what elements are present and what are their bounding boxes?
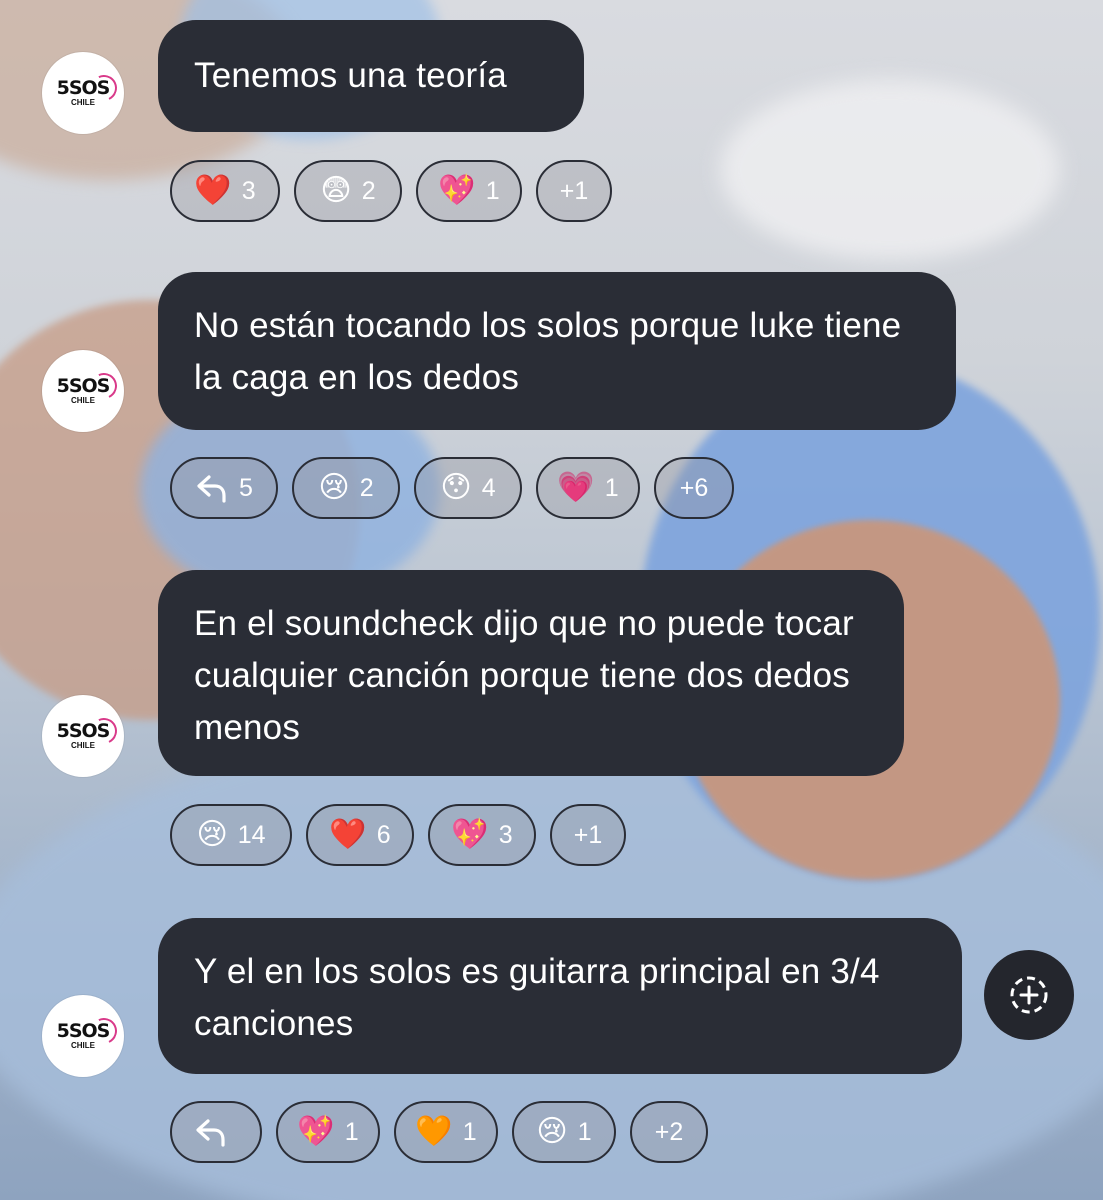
sender-avatar[interactable]: 5SOS CHILE — [42, 695, 124, 777]
more-reactions-label: +2 — [654, 1117, 684, 1146]
heart-emoji-icon: ❤️ — [194, 174, 232, 207]
avatar-logo: 5SOS — [56, 1020, 111, 1042]
crying-emoji-icon: 😢 — [318, 471, 350, 504]
message-bubble[interactable]: Tenemos una teoría — [158, 20, 584, 132]
sparkling-heart-emoji-icon: 💖 — [438, 174, 476, 207]
message-text: En el soundcheck dijo que no puede tocar… — [194, 604, 854, 747]
reaction-bar: 😢 14 ❤️ 6 💖 3 +1 — [170, 804, 626, 866]
avatar-sub: CHILE — [71, 741, 95, 750]
reaction-count: 3 — [241, 176, 256, 205]
message-text: Y el en los solos es guitarra principal … — [194, 952, 880, 1043]
reaction-count: 1 — [577, 1117, 592, 1146]
reaction-count: 3 — [498, 820, 513, 849]
sparkling-heart-emoji-icon: 💖 — [451, 818, 489, 851]
reaction-orange-heart[interactable]: 🧡 1 — [394, 1101, 498, 1163]
reaction-heart[interactable]: ❤️ 3 — [170, 160, 280, 222]
heart-emoji-icon: ❤️ — [329, 818, 367, 851]
growing-heart-emoji-icon: 💗 — [557, 471, 595, 504]
avatar-logo: 5SOS — [56, 77, 111, 99]
reaction-bar: 💖 1 🧡 1 😢 1 +2 — [170, 1101, 708, 1163]
crying-emoji-icon: 😢 — [196, 818, 228, 851]
message-bubble[interactable]: Y el en los solos es guitarra principal … — [158, 918, 962, 1074]
reaction-count: 6 — [376, 820, 391, 849]
message-bubble[interactable]: No están tocando los solos porque luke t… — [158, 272, 956, 430]
reaction-crying[interactable]: 😢 14 — [170, 804, 292, 866]
sender-avatar[interactable]: 5SOS CHILE — [42, 995, 124, 1077]
reaction-hushed[interactable]: 😯 4 — [414, 457, 522, 519]
reaction-count: 1 — [485, 176, 500, 205]
fearful-emoji-icon: 😨 — [320, 174, 352, 207]
reply-count: 5 — [239, 473, 253, 502]
more-reactions-label: +6 — [679, 473, 709, 502]
avatar-sub: CHILE — [71, 396, 95, 405]
reply-arrow-icon — [196, 1119, 225, 1147]
message-text: Tenemos una teoría — [194, 56, 507, 95]
orange-heart-emoji-icon: 🧡 — [415, 1115, 453, 1148]
sender-avatar[interactable]: 5SOS CHILE — [42, 52, 124, 134]
avatar-logo: 5SOS — [56, 375, 111, 397]
reaction-sparkling-heart[interactable]: 💖 1 — [276, 1101, 380, 1163]
sender-avatar[interactable]: 5SOS CHILE — [42, 350, 124, 432]
more-reactions-button[interactable]: +6 — [654, 457, 734, 519]
avatar-sub: CHILE — [71, 98, 95, 107]
crying-emoji-icon: 😢 — [536, 1115, 568, 1148]
avatar-logo: 5SOS — [56, 720, 111, 742]
more-reactions-label: +1 — [573, 820, 603, 849]
reply-button[interactable]: 5 — [170, 457, 278, 519]
reply-arrow-icon — [197, 475, 226, 503]
add-reaction-icon — [1010, 976, 1048, 1014]
more-reactions-button[interactable]: +1 — [536, 160, 612, 222]
reaction-count: 2 — [359, 473, 374, 502]
reaction-heart[interactable]: ❤️ 6 — [306, 804, 414, 866]
reaction-count: 1 — [344, 1117, 359, 1146]
reaction-count: 1 — [462, 1117, 477, 1146]
hushed-emoji-icon: 😯 — [440, 471, 472, 504]
reaction-bar: ❤️ 3 😨 2 💖 1 +1 — [170, 160, 612, 222]
sparkling-heart-emoji-icon: 💖 — [297, 1115, 335, 1148]
more-reactions-button[interactable]: +1 — [550, 804, 626, 866]
reaction-growing-heart[interactable]: 💗 1 — [536, 457, 640, 519]
reaction-count: 2 — [361, 176, 376, 205]
add-reaction-button[interactable] — [984, 950, 1074, 1040]
reaction-bar: 5 😢 2 😯 4 💗 1 +6 — [170, 457, 734, 519]
reaction-count: 1 — [604, 473, 619, 502]
message-text: No están tocando los solos porque luke t… — [194, 306, 902, 397]
reaction-count: 14 — [237, 820, 266, 849]
reaction-crying[interactable]: 😢 2 — [292, 457, 400, 519]
message-bubble[interactable]: En el soundcheck dijo que no puede tocar… — [158, 570, 904, 776]
reaction-crying[interactable]: 😢 1 — [512, 1101, 616, 1163]
more-reactions-button[interactable]: +2 — [630, 1101, 708, 1163]
more-reactions-label: +1 — [559, 176, 589, 205]
reaction-fearful[interactable]: 😨 2 — [294, 160, 402, 222]
reply-button[interactable] — [170, 1101, 262, 1163]
reaction-sparkling-heart[interactable]: 💖 1 — [416, 160, 522, 222]
reaction-sparkling-heart[interactable]: 💖 3 — [428, 804, 536, 866]
reaction-count: 4 — [481, 473, 496, 502]
avatar-sub: CHILE — [71, 1041, 95, 1050]
